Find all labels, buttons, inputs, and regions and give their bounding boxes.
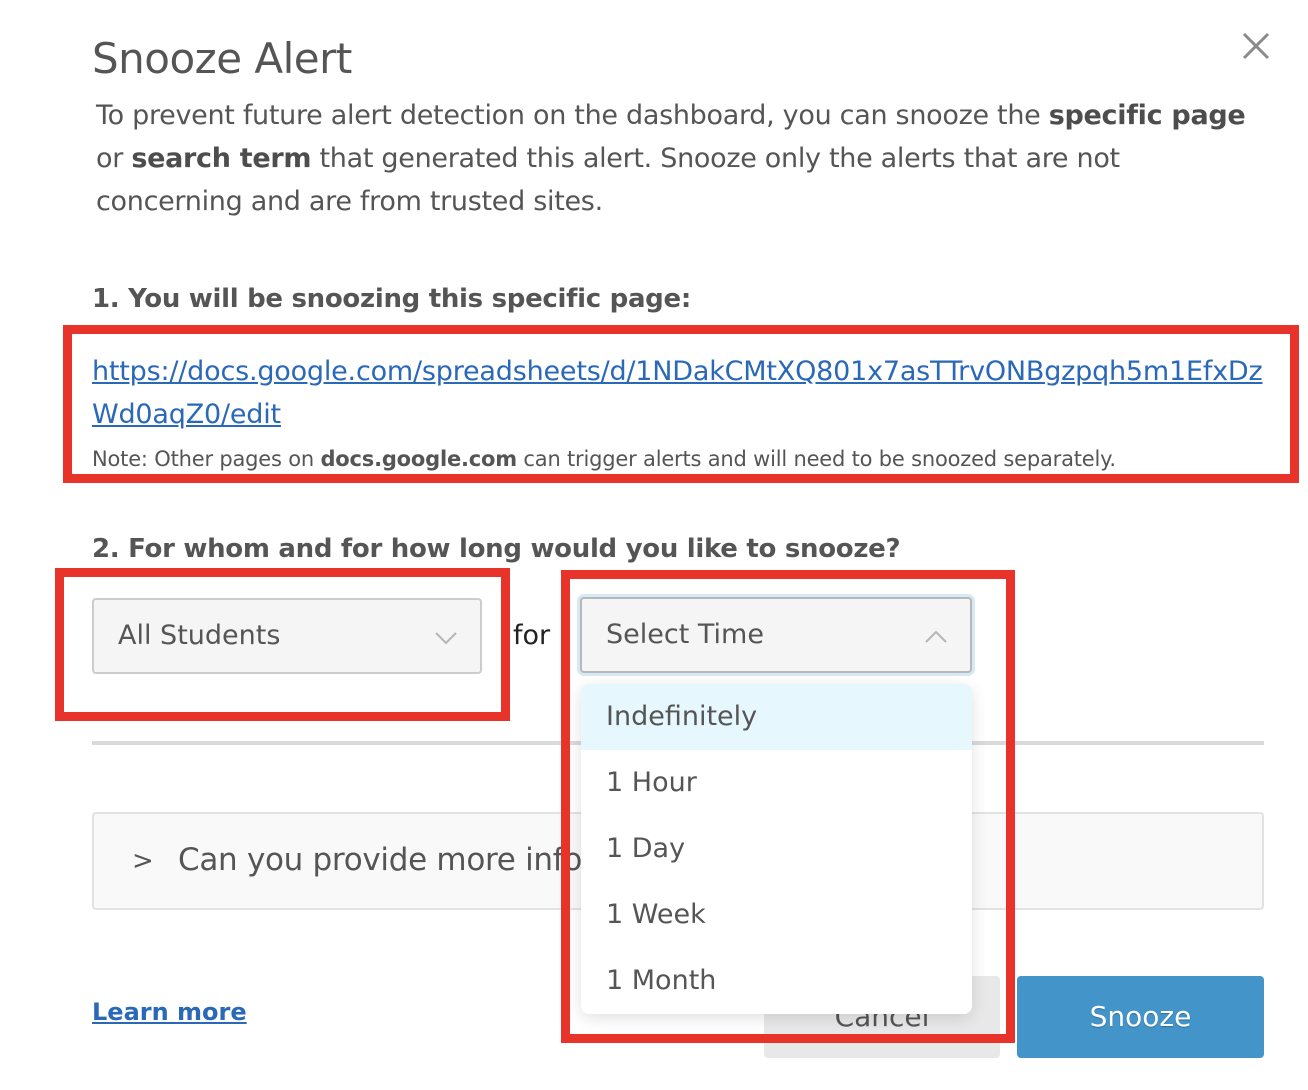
chevron-up-icon (924, 625, 948, 649)
time-option-1-hour[interactable]: 1 Hour (581, 750, 972, 816)
section-1-label: 1. You will be snoozing this specific pa… (92, 284, 691, 314)
intro-bold-specific-page: specific page (1048, 100, 1246, 131)
dialog-title: Snooze Alert (92, 34, 352, 83)
snoozed-page-link[interactable]: https://docs.google.com/spreadsheets/d/1… (92, 350, 1272, 436)
audience-select[interactable]: All Students (92, 598, 482, 674)
time-option-1-week[interactable]: 1 Week (581, 882, 972, 948)
time-option-1-day[interactable]: 1 Day (581, 816, 972, 882)
page-note: Note: Other pages on docs.google.com can… (92, 447, 1116, 471)
note-domain: docs.google.com (320, 447, 517, 471)
learn-more-link[interactable]: Learn more (92, 998, 247, 1026)
time-option-indefinitely[interactable]: Indefinitely (581, 684, 972, 750)
chevron-right-icon: > (132, 846, 154, 876)
note-suffix: can trigger alerts and will need to be s… (516, 447, 1116, 471)
audience-select-value: All Students (118, 620, 281, 651)
intro-part: or (96, 143, 132, 174)
note-prefix: Note: Other pages on (92, 447, 321, 471)
time-option-1-month[interactable]: 1 Month (581, 948, 972, 1014)
chevron-down-icon (434, 626, 458, 650)
time-select-placeholder: Select Time (606, 619, 764, 650)
time-select[interactable]: Select Time (580, 597, 972, 673)
for-connector: for (513, 620, 551, 651)
intro-part: To prevent future alert detection on the… (96, 100, 1049, 131)
close-icon (1242, 32, 1270, 60)
close-button[interactable] (1238, 28, 1274, 64)
snooze-button[interactable]: Snooze (1017, 976, 1264, 1058)
intro-bold-search-term: search term (131, 143, 312, 174)
time-options-menu: Indefinitely 1 Hour 1 Day 1 Week 1 Month (581, 684, 972, 1014)
intro-text: To prevent future alert detection on the… (96, 94, 1266, 223)
section-2-label: 2. For whom and for how long would you l… (92, 534, 901, 564)
